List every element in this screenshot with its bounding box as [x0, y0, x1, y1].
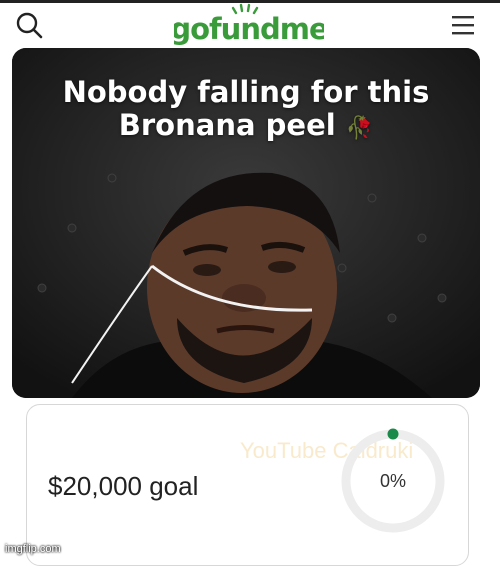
gofundme-logo[interactable]: gofundme [174, 3, 324, 48]
imgflip-watermark: imgflip.com [5, 543, 61, 555]
progress-percent: 0% [379, 471, 406, 491]
campaign-photo[interactable]: Nobody falling for this Bronana peel 🥀 [12, 48, 480, 398]
caption-line-2: Bronana peel [118, 108, 336, 142]
wilted-rose-emoji: 🥀 [345, 116, 374, 141]
caption-line-1: Nobody falling for this [62, 75, 430, 109]
site-header: gofundme [0, 3, 500, 48]
logo-text: gofundme [174, 12, 324, 46]
search-icon[interactable] [15, 11, 43, 39]
fundraiser-card[interactable]: YouTube Caldruki $20,000 goal 0% [26, 404, 469, 566]
hamburger-menu-icon[interactable] [450, 13, 476, 37]
progress-dot [387, 428, 399, 440]
meme-caption: Nobody falling for this Bronana peel 🥀 [12, 76, 480, 145]
goal-amount: $20,000 goal [48, 471, 199, 501]
